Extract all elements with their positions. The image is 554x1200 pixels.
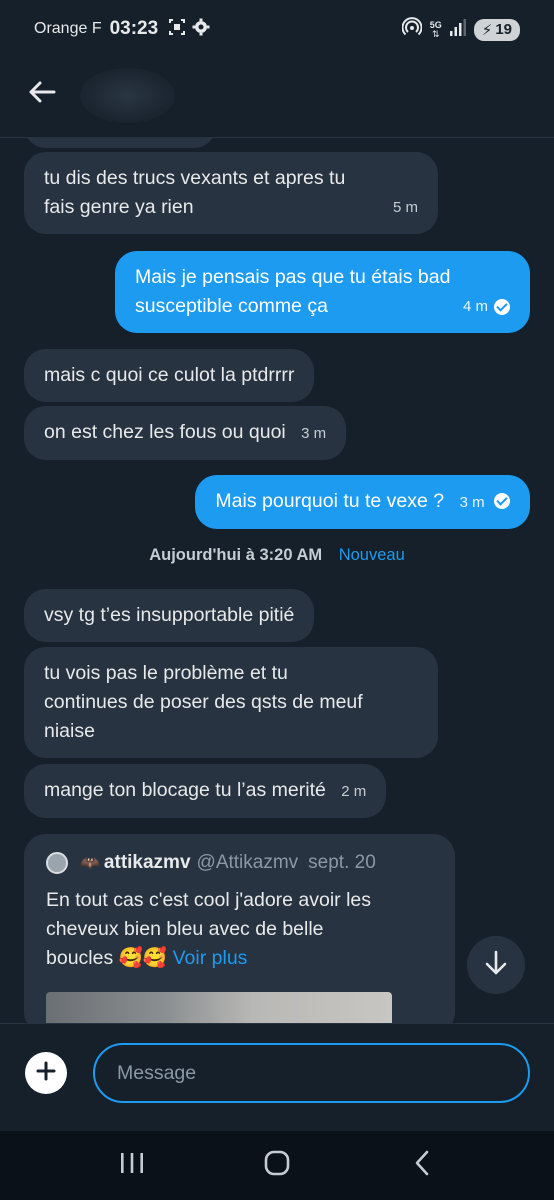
recent-apps-icon [119, 1151, 145, 1180]
status-bar: Orange F 03:23 5G ⇅ ⚡ 19 [0, 0, 554, 58]
message-bubble-outgoing[interactable]: Mais je pensais pas que tu étais bad sus… [115, 251, 530, 333]
battery-charging-icon: ⚡ 19 [473, 18, 520, 41]
see-more-link[interactable]: Voir plus [173, 947, 248, 969]
new-messages-divider: Aujourd'hui à 3:20 AM Nouveau [0, 546, 554, 565]
post-text-line: En tout cas c'est cool j'adore avoir les [46, 889, 372, 911]
message-text: mais c quoi ce culot la ptdrrrr [44, 364, 295, 386]
post-text: En tout cas c'est cool j'adore avoir les… [46, 886, 433, 973]
settings-gear-icon [192, 18, 210, 41]
home-button[interactable] [247, 1141, 307, 1191]
message-bubble-incoming[interactable]: tu dis des trucs vexants et apres tu fai… [24, 152, 438, 234]
message-timestamp: 4 m [462, 298, 488, 315]
message-text: tu dis des trucs vexants et apres tu [44, 167, 346, 189]
system-navigation-bar [0, 1131, 554, 1200]
message-timestamp: 2 m [341, 783, 367, 800]
blurred-contact-avatar[interactable] [80, 68, 175, 123]
message-text: fais genre ya rien [44, 196, 194, 218]
post-author-name[interactable]: attikazmv [104, 852, 191, 874]
read-check-icon [494, 493, 510, 509]
previous-message-fragment [25, 138, 215, 148]
system-back-button[interactable] [392, 1141, 452, 1191]
message-bubble-incoming[interactable]: tu vois pas le problème et tu continues … [24, 647, 438, 758]
message-text: Mais pourquoi tu te vexe ? [215, 490, 445, 512]
hotspot-icon [401, 17, 423, 42]
read-check-icon [494, 298, 510, 315]
message-text: Mais je pensais pas que tu étais bad [135, 266, 451, 288]
post-text-line: boucles 🥰🥰 [46, 947, 168, 969]
message-bubble-incoming[interactable]: mange ton blocage tu l’as merité 2 m [24, 764, 387, 818]
bat-emoji-icon: 🦇 [80, 855, 100, 872]
clock: 03:23 [109, 18, 159, 39]
message-timestamp: 5 m [392, 199, 418, 216]
message-bubble-incoming[interactable]: on est chez les fous ou quoi 3 m [24, 406, 347, 460]
screen-capture-icon [168, 18, 186, 41]
message-text: susceptible comme ça [135, 295, 328, 317]
scroll-to-bottom-button[interactable] [467, 936, 525, 994]
carrier-label: Orange F [34, 20, 102, 37]
message-input[interactable] [93, 1043, 530, 1103]
message-text: mange ton blocage tu l’as merité [44, 779, 326, 801]
message-bubble-incoming[interactable]: vsy tg t’es insupportable pitié [24, 589, 315, 642]
status-right-group: 5G ⇅ ⚡ 19 [401, 17, 520, 42]
back-icon [413, 1149, 431, 1182]
divider-date: Aujourd'hui à 3:20 AM [149, 546, 323, 564]
mobile-data-icon: 5G ⇅ [429, 19, 442, 39]
message-timestamp: 3 m [459, 494, 485, 511]
message-text: tu vois pas le problème et tu [44, 662, 288, 684]
back-button[interactable] [20, 72, 64, 116]
recent-apps-button[interactable] [102, 1141, 162, 1191]
home-icon [263, 1149, 291, 1182]
post-date: sept. 20 [308, 852, 376, 873]
post-media-thumbnail[interactable] [46, 992, 392, 1023]
post-author-avatar[interactable] [46, 852, 68, 874]
shared-post-card[interactable]: 🦇 attikazmv @Attikazmv sept. 20 En tout … [24, 834, 455, 1023]
message-text: niaise [44, 720, 95, 742]
add-attachment-button[interactable] [25, 1052, 67, 1094]
message-text: on est chez les fous ou quoi [44, 421, 286, 443]
message-timestamp: 3 m [301, 425, 327, 442]
conversation-header [0, 58, 554, 138]
message-thread[interactable]: tu dis des trucs vexants et apres tu fai… [0, 138, 554, 1023]
battery-level: 19 [495, 21, 512, 38]
post-text-line: cheveux bien bleu avec de belle [46, 918, 324, 940]
plus-circle-icon [35, 1060, 57, 1087]
message-bubble-incoming[interactable]: mais c quoi ce culot la ptdrrrr [24, 349, 315, 402]
message-bubble-outgoing[interactable]: Mais pourquoi tu te vexe ? 3 m [195, 475, 530, 529]
message-text: continues de poser des qsts de meuf [44, 691, 363, 713]
post-author-handle: @Attikazmv [196, 852, 299, 873]
divider-new-label: Nouveau [338, 546, 405, 564]
message-text: vsy tg t’es insupportable pitié [44, 604, 295, 626]
shared-post-header: 🦇 attikazmv @Attikazmv sept. 20 [46, 852, 433, 874]
arrow-down-icon [484, 950, 508, 981]
arrow-left-icon [28, 80, 56, 109]
signal-icon [449, 18, 466, 41]
message-composer [0, 1023, 554, 1131]
